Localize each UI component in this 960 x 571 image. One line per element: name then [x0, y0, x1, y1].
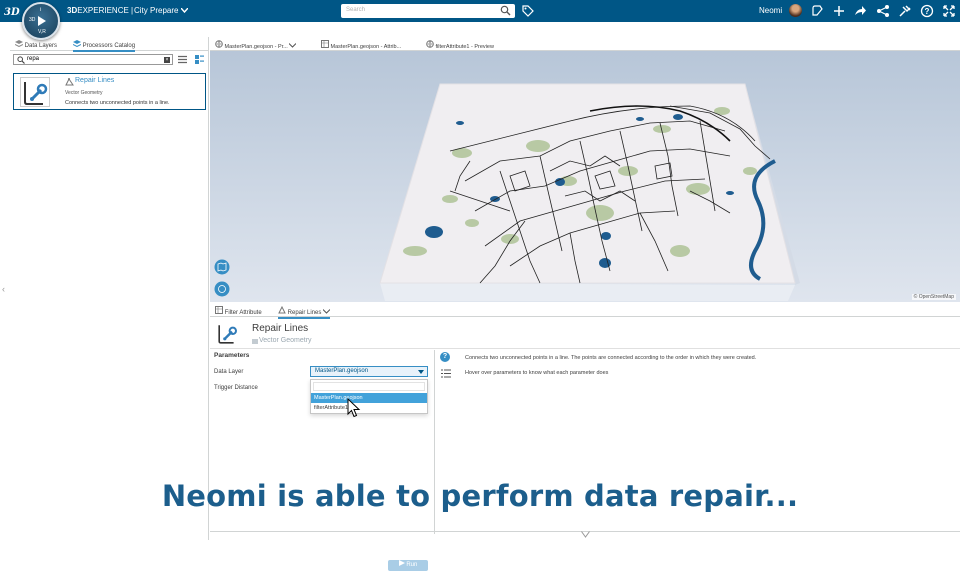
repair-lines-thumbnail	[20, 77, 50, 107]
chevron-down-icon[interactable]	[288, 43, 297, 48]
ds-logo-icon[interactable]: 3DS	[4, 4, 27, 18]
map-platform-front	[380, 283, 795, 301]
tab-data-layers[interactable]: Data Layers	[14, 40, 57, 49]
layers-icon	[14, 40, 24, 48]
processor-category: Vector Geometry	[65, 90, 103, 96]
map-platform-top	[379, 83, 796, 284]
user-name[interactable]: Neomi	[759, 6, 782, 15]
parameters-heading: Parameters	[214, 352, 250, 359]
processor-type-icon	[278, 305, 286, 314]
search-input[interactable]: Search	[341, 4, 515, 18]
clear-search-icon[interactable]: ×	[164, 57, 170, 63]
3d-map-viewport[interactable]: © OpenStreetMap	[210, 51, 960, 302]
processor-title[interactable]: Repair Lines	[75, 77, 114, 84]
repair-lines-icon	[24, 82, 48, 105]
video-caption: Neomi is able to perform data repair...	[161, 479, 799, 513]
add-icon[interactable]	[832, 4, 846, 18]
folder-icon	[252, 339, 258, 344]
compass-info-label: i	[40, 7, 42, 13]
chevron-down-icon[interactable]	[418, 370, 424, 374]
option-masterplan[interactable]: MasterPlan.geojson	[311, 393, 427, 403]
viewer-tabs: MasterPlan.geojson - Pr... MasterPlan.ge…	[210, 37, 960, 53]
globe-view-button[interactable]	[214, 281, 230, 297]
processor-title: Repair Lines	[252, 323, 309, 334]
brand-label: 3DEXPERIENCE |	[67, 6, 134, 15]
data-layer-select[interactable]: MasterPlan.geojson	[310, 366, 428, 377]
left-panel: Data Layers Processors Catalog repa × Re…	[10, 37, 209, 540]
tab-masterplan-attributes[interactable]: MasterPlan.geojson - Attrib...	[321, 40, 401, 50]
search-icon	[17, 56, 25, 64]
globe-icon	[426, 40, 434, 48]
svg-text:?: ?	[925, 7, 930, 16]
dropdown-filter-input[interactable]	[313, 382, 425, 391]
processor-tabs: Filter Attribute Repair Lines	[210, 303, 960, 319]
compass-icon[interactable]: i 3D V,R	[22, 2, 60, 40]
viewer-panel: MasterPlan.geojson - Pr... MasterPlan.ge…	[210, 37, 960, 302]
list-icon	[441, 369, 451, 378]
table-icon	[321, 40, 329, 48]
tag-icon[interactable]	[521, 4, 534, 19]
trigger-distance-label: Trigger Distance	[214, 385, 258, 391]
run-button[interactable]: Run	[388, 560, 428, 571]
compass-3d-label: 3D	[29, 17, 36, 23]
fullscreen-icon[interactable]	[942, 4, 956, 18]
help-icon[interactable]: ?	[920, 4, 934, 18]
processor-header: Repair Lines Vector Geometry	[210, 318, 960, 349]
processor-card-repair-lines[interactable]: Repair Lines Vector Geometry Connects tw…	[13, 73, 206, 110]
help-icon: ?	[440, 352, 450, 362]
tools-icon[interactable]	[898, 4, 912, 18]
globe-icon	[215, 40, 223, 48]
tab-processors-catalog[interactable]: Processors Catalog	[72, 40, 136, 52]
play-icon	[398, 560, 405, 566]
tab-filterattribute-preview[interactable]: filterAttribute1 - Preview	[426, 40, 494, 50]
data-layer-label: Data Layer	[214, 369, 244, 375]
list-view-icon[interactable]	[178, 55, 187, 66]
city-map-3d[interactable]	[210, 51, 960, 302]
search-icon[interactable]	[500, 5, 511, 18]
repair-lines-icon	[218, 325, 237, 344]
option-filterattribute[interactable]: filterAttribute1	[311, 403, 427, 413]
info-hint: Hover over parameters to know what each …	[465, 370, 609, 376]
network-icon[interactable]	[876, 4, 890, 18]
chevron-down-icon	[180, 7, 189, 14]
chevron-down-icon[interactable]	[322, 309, 331, 314]
processor-category: Vector Geometry	[259, 337, 312, 344]
top-bar: 3DS 3DEXPERIENCE | City Prepare Search N…	[0, 0, 960, 22]
compass-vr-label: V,R	[38, 29, 46, 35]
avatar[interactable]	[789, 4, 802, 17]
processor-type-icon	[65, 78, 74, 86]
share-icon[interactable]	[853, 4, 867, 18]
mouse-cursor-icon	[347, 397, 361, 420]
map-attribution[interactable]: © OpenStreetMap	[911, 294, 956, 300]
processor-description: Connects two unconnected points in a lin…	[65, 100, 170, 106]
map-view-button[interactable]	[214, 259, 230, 275]
svg-text:3DS: 3DS	[4, 7, 20, 18]
tab-filter-attribute[interactable]: Filter Attribute	[215, 306, 262, 316]
detail-view-icon[interactable]	[195, 55, 204, 66]
collapse-panel-icon[interactable]: ‹	[2, 284, 5, 294]
catalog-search-input[interactable]: repa ×	[13, 54, 173, 65]
info-description: Connects two unconnected points in a lin…	[465, 355, 757, 361]
app-name-dropdown[interactable]: City Prepare	[134, 6, 189, 15]
table-icon	[215, 306, 223, 314]
data-layer-dropdown: MasterPlan.geojson filterAttribute1	[310, 379, 428, 414]
catalog-icon	[72, 40, 82, 48]
expand-panel-icon[interactable]	[581, 531, 590, 540]
lifecycle-icon[interactable]	[810, 4, 824, 18]
play-icon	[38, 16, 46, 26]
